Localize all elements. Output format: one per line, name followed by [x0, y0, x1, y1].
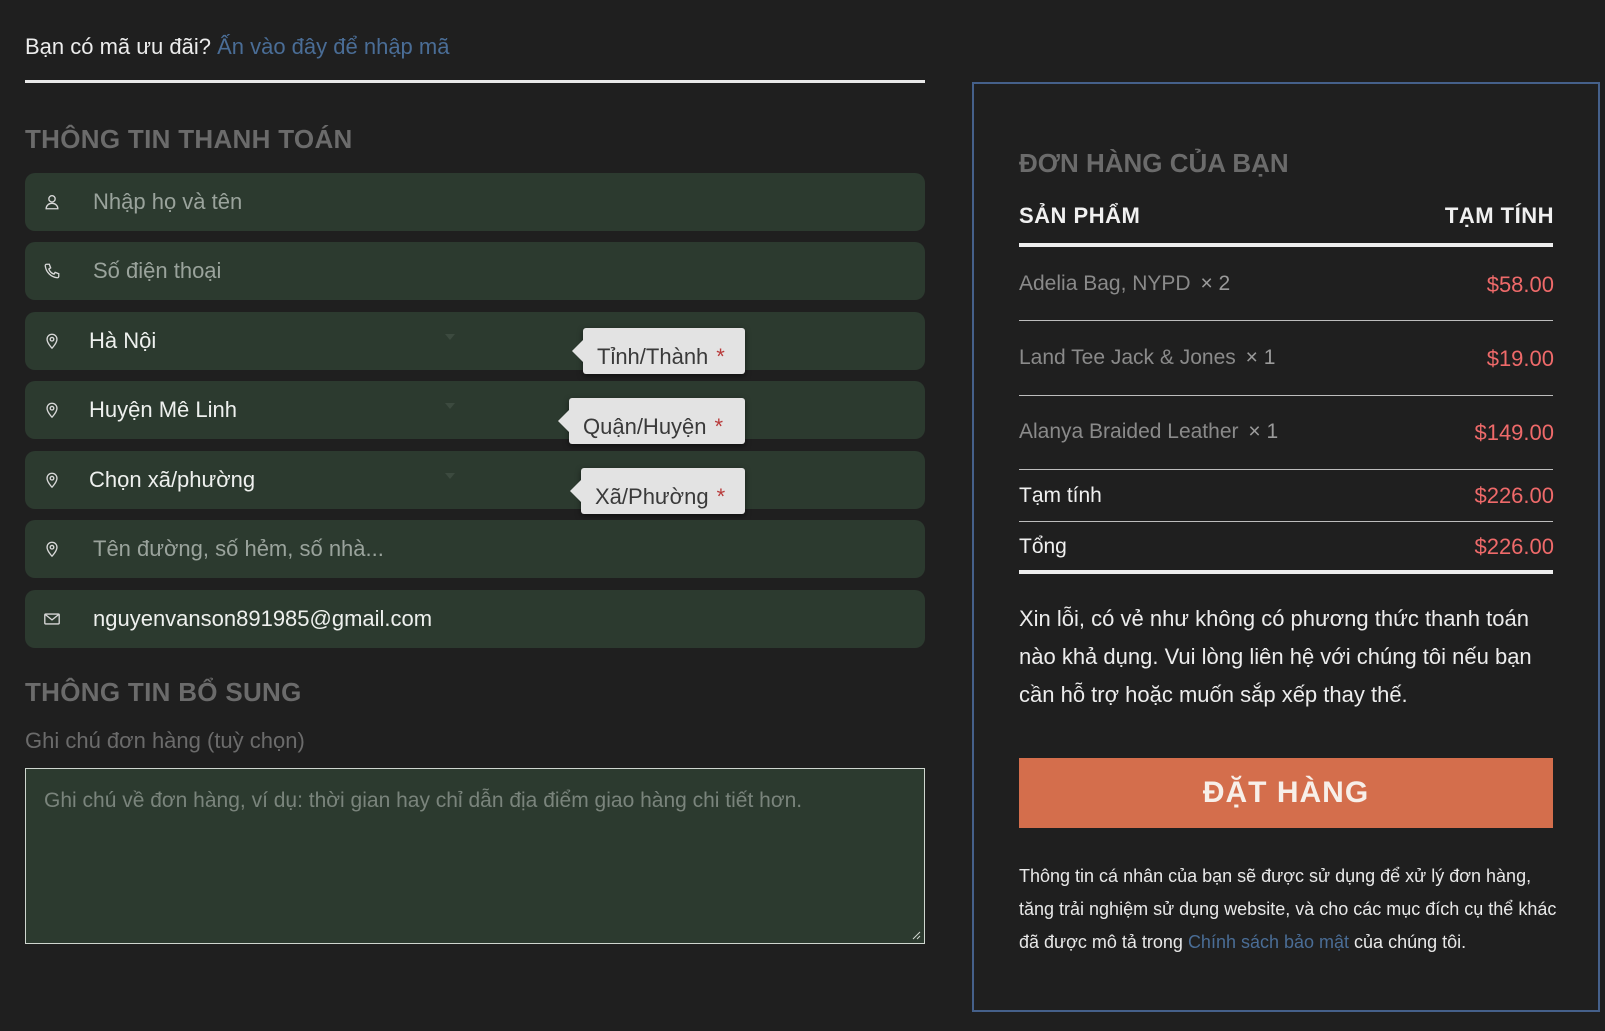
subtotal-column-header: TẠM TÍNH [1444, 203, 1554, 228]
address-placeholder: Tên đường, số hẻm, số nhà... [93, 536, 384, 561]
order-title: ĐƠN HÀNG CỦA BẠN [1019, 148, 1289, 178]
province-tooltip: Tỉnh/Thành * [572, 328, 745, 374]
notes-placeholder: Ghi chú về đơn hàng, ví dụ: thời gian ha… [44, 789, 803, 812]
chevron-down-icon [445, 473, 455, 479]
ward-value: Chọn xã/phường [89, 467, 256, 492]
chevron-down-icon [445, 403, 455, 409]
map-pin-icon [43, 399, 61, 421]
address-input[interactable]: Tên đường, số hẻm, số nhà... [25, 520, 925, 578]
item-qty: × 1 [1245, 346, 1276, 369]
user-icon [43, 191, 61, 213]
list-item: Land Tee Jack & Jones × 1 [1019, 346, 1275, 370]
item-price: $58.00 [1486, 272, 1554, 297]
name-input[interactable]: Nhập họ và tên [25, 173, 925, 231]
item-price: $149.00 [1474, 420, 1554, 445]
divider [1019, 395, 1553, 396]
list-item: Alanya Braided Leather × 1 [1019, 420, 1278, 444]
subtotal-label: Tạm tính [1019, 484, 1102, 507]
chevron-down-icon [445, 334, 455, 340]
province-label: Tỉnh/Thành [597, 344, 709, 369]
required-mark: * [714, 414, 724, 439]
product-column-header: SẢN PHẨM [1019, 203, 1141, 228]
privacy-policy-link[interactable]: Chính sách bảo mật [1188, 932, 1349, 952]
item-name: Alanya Braided Leather [1019, 420, 1239, 443]
ward-select[interactable]: Chọn xã/phường [25, 451, 925, 509]
item-name: Land Tee Jack & Jones [1019, 346, 1236, 369]
subtotal-value: $226.00 [1474, 483, 1554, 508]
map-pin-icon [43, 538, 61, 560]
district-value: Huyện Mê Linh [89, 397, 237, 422]
phone-placeholder: Số điện thoại [93, 258, 222, 283]
email-field[interactable]: nguyenvanson891985@gmail.com [25, 590, 925, 648]
divider [1019, 320, 1553, 321]
province-value: Hà Nội [89, 328, 157, 353]
district-label: Quận/Huyện [583, 414, 707, 439]
map-pin-icon [43, 330, 61, 352]
place-order-button[interactable]: ĐẶT HÀNG [1019, 758, 1553, 828]
map-pin-icon [43, 469, 61, 491]
district-tooltip: Quận/Huyện * [558, 398, 745, 444]
item-name: Adelia Bag, NYPD [1019, 272, 1191, 295]
ward-tooltip: Xã/Phường * [570, 468, 745, 514]
resize-handle-icon[interactable] [911, 930, 921, 940]
district-select[interactable]: Huyện Mê Linh [25, 381, 925, 439]
privacy-notice: Thông tin cá nhân của bạn sẽ được sử dụn… [1019, 860, 1564, 959]
email-value: nguyenvanson891985@gmail.com [93, 606, 433, 631]
total-label: Tổng [1019, 535, 1067, 558]
divider [1019, 243, 1553, 247]
item-qty: × 2 [1200, 272, 1231, 295]
item-qty: × 1 [1248, 420, 1279, 443]
divider [1019, 469, 1553, 470]
coupon-link[interactable]: Ấn vào đây để nhập mã [217, 34, 449, 59]
item-price: $19.00 [1486, 346, 1554, 371]
notes-textarea[interactable]: Ghi chú về đơn hàng, ví dụ: thời gian ha… [25, 768, 925, 944]
additional-title: THÔNG TIN BỔ SUNG [25, 677, 302, 707]
billing-title: THÔNG TIN THANH TOÁN [25, 124, 353, 154]
coupon-question: Bạn có mã ưu đãi? [25, 34, 211, 59]
name-placeholder: Nhập họ và tên [93, 189, 243, 214]
mail-icon [43, 608, 61, 630]
divider [1019, 521, 1553, 522]
coupon-notice: Bạn có mã ưu đãi? Ấn vào đây để nhập mã [25, 34, 449, 60]
list-item: Adelia Bag, NYPD × 2 [1019, 272, 1230, 296]
ward-label: Xã/Phường [595, 484, 709, 509]
divider [25, 80, 925, 83]
no-payment-notice: Xin lỗi, có vẻ như không có phương thức … [1019, 606, 1532, 707]
required-mark: * [716, 344, 725, 369]
divider [1019, 570, 1553, 574]
province-select[interactable]: Hà Nội [25, 312, 925, 370]
privacy-text-end: của chúng tôi. [1349, 932, 1467, 952]
phone-input[interactable]: Số điện thoại [25, 242, 925, 300]
total-value: $226.00 [1474, 534, 1554, 559]
notes-label: Ghi chú đơn hàng (tuỳ chọn) [25, 728, 305, 753]
phone-icon [43, 260, 61, 282]
required-mark: * [716, 484, 726, 509]
